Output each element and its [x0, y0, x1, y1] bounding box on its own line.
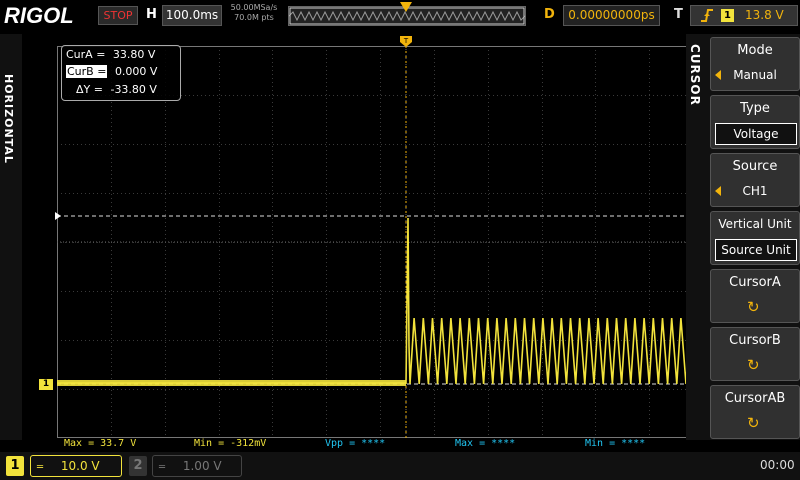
run-stop-status[interactable]: STOP: [98, 6, 138, 25]
cursor-b-readout: CurB = 0.000 V: [66, 65, 157, 78]
menu-item-title: Vertical Unit: [718, 217, 792, 231]
delay-value[interactable]: 0.00000000ps: [563, 5, 660, 26]
ch1-scale[interactable]: ═ 10.0 V: [30, 455, 122, 477]
trigger-level: 13.8 V: [745, 8, 784, 22]
menu-item-title: CursorB: [729, 333, 781, 348]
clock: 00:00: [760, 458, 795, 472]
ch1-badge[interactable]: 1: [6, 456, 24, 476]
menu-item-title: Source: [732, 159, 778, 174]
knob-icon: ↻: [747, 414, 760, 432]
ch1-scale-value: 10.0 V: [60, 459, 100, 473]
cursor-a-readout: CurA = 33.80 V: [66, 48, 155, 61]
ch2-badge[interactable]: 2: [129, 456, 147, 476]
timebase-value[interactable]: 100.0ms: [162, 5, 222, 26]
brand-logo: RIGOL: [4, 3, 74, 28]
sample-rate: 50.00MSa/s: [230, 3, 278, 12]
menu-item-title: CursorA: [729, 275, 781, 290]
sample-info: 50.00MSa/s 70.0M pts: [228, 3, 280, 23]
menu-cursor-b-button[interactable]: CursorB ↻: [710, 327, 800, 381]
cursor-a-marker-icon[interactable]: [55, 212, 63, 220]
menu-mode-button[interactable]: Mode Manual: [710, 37, 800, 91]
menu-item-title: CursorAB: [724, 391, 786, 406]
cursor-a-value: 33.80 V: [112, 48, 156, 61]
menu-item-value: CH1: [742, 184, 768, 198]
dc-coupling-icon: ═: [37, 462, 44, 473]
dc-coupling-icon: ═: [159, 462, 166, 473]
knob-icon: ↻: [747, 356, 760, 374]
side-tab-label: HORIZONTAL: [2, 74, 15, 164]
menu-item-value: Voltage: [715, 123, 797, 145]
svg-text:T: T: [403, 37, 409, 45]
menu-cursor-a-button[interactable]: CursorA ↻: [710, 269, 800, 323]
measure-min: Min = ****: [585, 438, 646, 449]
measure-ch1-min: Min = -312mV: [194, 438, 267, 449]
menu-title: CURSOR: [688, 44, 702, 106]
ch2-scale-value: 1.00 V: [182, 459, 222, 473]
menu-item-title: Mode: [737, 43, 773, 58]
menu-item-value: Source Unit: [715, 239, 797, 261]
memory-depth: 70.0M pts: [234, 13, 274, 22]
horizontal-side-tab[interactable]: HORIZONTAL: [0, 34, 22, 440]
horizontal-label: H: [146, 7, 157, 22]
channel-status-bar: 1 ═ 10.0 V 2 ═ 1.00 V 00:00: [0, 452, 800, 480]
delta-y-value: -33.80 V: [110, 83, 157, 96]
waveform-display[interactable]: [57, 46, 703, 438]
measure-vpp: Vpp = ****: [325, 438, 386, 449]
ch1-baseline-noise: [57, 380, 406, 386]
trigger-settings[interactable]: 1 13.8 V: [690, 5, 798, 26]
menu-vertical-unit-button[interactable]: Vertical Unit Source Unit: [710, 211, 800, 265]
trigger-position-icon: [400, 2, 412, 12]
cursor-menu: CURSOR Mode Manual Type Voltage Source C…: [686, 34, 800, 440]
top-status-bar: RIGOL STOP H 100.0ms 50.00MSa/s 70.0M pt…: [0, 0, 800, 32]
cursor-b-label: CurB =: [66, 65, 108, 78]
menu-item-title: Type: [740, 101, 770, 116]
cursor-readout-box: CurA = 33.80 V CurB = 0.000 V ΔY = -33.8…: [61, 45, 181, 101]
menu-type-button[interactable]: Type Voltage: [710, 95, 800, 149]
trigger-time-marker-icon[interactable]: T: [400, 36, 412, 52]
measure-ch1-max: Max = 33.7 V: [64, 438, 137, 449]
delta-y-readout: ΔY = -33.80 V: [76, 83, 157, 96]
menu-item-value: Manual: [733, 68, 777, 82]
rising-edge-icon: [701, 9, 713, 22]
menu-source-button[interactable]: Source CH1: [710, 153, 800, 207]
delta-y-label: ΔY =: [76, 83, 103, 96]
trigger-label: T: [674, 7, 683, 22]
cursor-b-value: 0.000 V: [114, 65, 158, 78]
trigger-channel-badge: 1: [721, 9, 734, 22]
delay-label: D: [544, 7, 555, 22]
knob-icon: ↻: [747, 298, 760, 316]
ch1-ground-marker[interactable]: 1: [39, 379, 53, 390]
cursor-a-label: CurA =: [66, 48, 106, 61]
menu-cursor-ab-button[interactable]: CursorAB ↻: [710, 385, 800, 439]
measure-max: Max = ****: [455, 438, 516, 449]
ch2-scale[interactable]: ═ 1.00 V: [152, 455, 242, 477]
